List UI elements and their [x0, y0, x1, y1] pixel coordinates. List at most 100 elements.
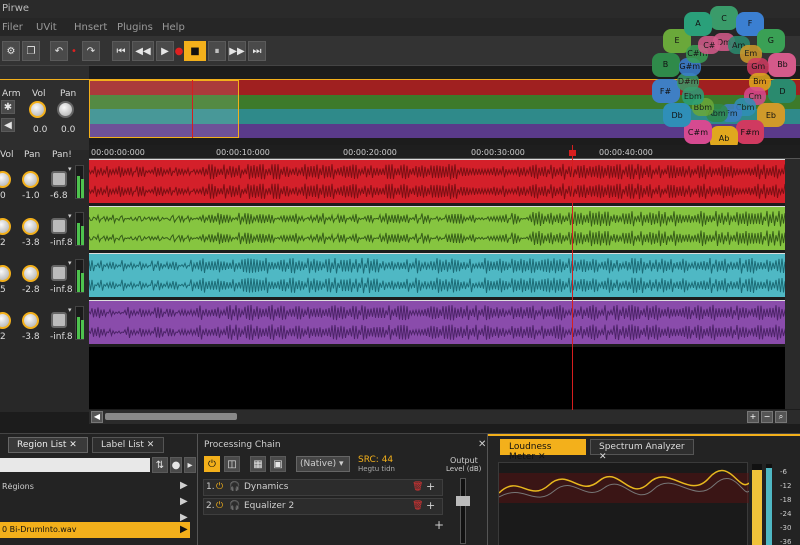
- track-pan-knob[interactable]: [22, 312, 39, 329]
- redo-button[interactable]: ↷: [82, 41, 100, 61]
- dropdown-icon[interactable]: ▾: [68, 306, 72, 314]
- plugin-row-dynamics[interactable]: 1. ⏻ 🎧 Dynamics 🗑 +: [203, 479, 443, 496]
- power-icon[interactable]: ⏻: [216, 482, 223, 492]
- track-lane[interactable]: [89, 300, 785, 344]
- menu-plugins[interactable]: Plugins: [117, 22, 153, 33]
- playhead[interactable]: [572, 145, 573, 410]
- empty-track-area[interactable]: [89, 347, 785, 409]
- regions-label: Rėgions: [2, 482, 34, 491]
- save-icon[interactable]: ▣: [270, 456, 286, 472]
- region-search-input[interactable]: [0, 458, 150, 472]
- track-level-meter: [75, 212, 84, 246]
- go-start-button[interactable]: ⏮: [112, 41, 130, 61]
- track-peak-knob[interactable]: [51, 218, 67, 234]
- plugin-row-equalizer[interactable]: 2. ⏻ 🎧 Equalizer 2 🗑 +: [203, 498, 443, 515]
- region-panel: Region List ✕ Label List ✕ ⇅ ● ▸ Rėgions…: [0, 434, 198, 545]
- close-icon[interactable]: ✕: [478, 439, 486, 450]
- master-pan-knob[interactable]: [57, 101, 74, 118]
- record-region-icon[interactable]: ●: [170, 457, 182, 473]
- expand-icon[interactable]: ▶: [180, 480, 188, 491]
- key-segment[interactable]: F#m: [736, 120, 765, 145]
- add-icon[interactable]: +: [426, 499, 435, 512]
- track-lane[interactable]: [89, 206, 785, 250]
- menu-help[interactable]: Help: [162, 22, 185, 33]
- tab-loudness-meter[interactable]: Loudness Meter ✕: [500, 439, 586, 462]
- overview-selection[interactable]: [89, 80, 239, 138]
- track-level-meter: [75, 306, 84, 340]
- waveform-channel: [89, 324, 785, 341]
- folder-icon[interactable]: ▦: [250, 456, 266, 472]
- region-list-item-selected[interactable]: 0 Bi-Drumlnto.wav: [0, 522, 190, 538]
- track-pan-knob[interactable]: [22, 218, 39, 235]
- bypass-icon[interactable]: ◫: [224, 456, 240, 472]
- output-fader-track[interactable]: [460, 478, 466, 544]
- delete-icon[interactable]: 🗑: [412, 482, 423, 492]
- dropdown-icon[interactable]: ▾: [68, 259, 72, 267]
- circle-of-fifths[interactable]: C F G Bb D Eb F#m Ab C#m Db F# B E A Dm Am Em Gm Bm Cm Cbm Fm…: [648, 0, 800, 160]
- delete-icon[interactable]: 🗑: [412, 501, 423, 511]
- dropdown-icon[interactable]: ▾: [68, 165, 72, 173]
- zoom-out-icon[interactable]: −: [761, 411, 773, 423]
- camera-icon[interactable]: ▸: [184, 457, 196, 473]
- mode-select[interactable]: (Native) ▾: [296, 456, 350, 472]
- track-peak-knob[interactable]: [51, 171, 67, 187]
- speaker-icon[interactable]: ◀: [1, 118, 15, 132]
- track-vol-value: 5: [0, 285, 6, 295]
- menu-view[interactable]: UVit: [36, 22, 57, 33]
- track-pan-knob[interactable]: [22, 265, 39, 282]
- track-pan-knob[interactable]: [22, 171, 39, 188]
- track-peak-knob[interactable]: [51, 312, 67, 328]
- tab-label-list[interactable]: Label List ✕: [92, 437, 164, 453]
- horizontal-scrollbar[interactable]: ◀ + − ⌕: [89, 410, 800, 424]
- expand-icon[interactable]: ▶: [180, 524, 188, 535]
- key-segment-minor[interactable]: C#: [698, 36, 721, 55]
- arm-label: Arm: [2, 89, 21, 99]
- add-plugin-icon[interactable]: +: [434, 518, 444, 532]
- key-segment[interactable]: Bb: [768, 52, 797, 77]
- copy-icon[interactable]: ❐: [22, 41, 40, 61]
- overview-playhead: [192, 80, 193, 138]
- output-level-label: Level (dB): [446, 465, 482, 473]
- key-segment[interactable]: F#: [651, 79, 680, 104]
- timeline-ruler[interactable]: 00:00:00:000 00:00:10:000 00:00:20:000 0…: [89, 145, 800, 159]
- rewind-button[interactable]: ◀◀: [132, 41, 154, 61]
- key-segment[interactable]: Db: [663, 103, 692, 128]
- expand-icon[interactable]: ▶: [180, 496, 188, 507]
- settings-icon[interactable]: ⚙: [2, 41, 20, 61]
- add-icon[interactable]: +: [426, 480, 435, 493]
- menu-insert[interactable]: Hnsert: [74, 22, 107, 33]
- master-vol-knob[interactable]: [29, 101, 46, 118]
- forward-button[interactable]: ▶▶: [228, 41, 246, 61]
- power-icon[interactable]: ⏻: [204, 456, 220, 472]
- scroll-thumb[interactable]: [105, 413, 237, 420]
- track-lane[interactable]: [89, 159, 785, 203]
- key-segment[interactable]: D: [768, 79, 797, 104]
- output-fader-handle[interactable]: [456, 496, 470, 506]
- tab-region-list[interactable]: Region List ✕: [8, 437, 88, 453]
- arm-icon[interactable]: ✱: [1, 100, 15, 114]
- scroll-left-icon[interactable]: ◀: [91, 411, 103, 423]
- headphones-icon[interactable]: 🎧: [229, 482, 240, 492]
- track-peak-knob[interactable]: [51, 265, 67, 281]
- vol-label: Vol: [32, 89, 46, 99]
- go-end-button[interactable]: ⏭: [248, 41, 266, 61]
- pause-button[interactable]: ⏸: [208, 41, 226, 61]
- key-segment[interactable]: C: [710, 6, 738, 30]
- headphones-icon[interactable]: 🎧: [229, 501, 240, 511]
- undo-button[interactable]: ↶: [50, 41, 68, 61]
- tab-spectrum-analyzer[interactable]: Spectrum Analyzer ✕: [590, 439, 694, 462]
- sort-icon[interactable]: ⇅: [152, 457, 168, 473]
- playhead-marker[interactable]: [569, 150, 576, 156]
- vertical-scrollbar[interactable]: [785, 159, 800, 409]
- daw-window: { "window": { "title": "Pirwe" }, "menu"…: [0, 0, 800, 545]
- meter-fill: [81, 225, 84, 245]
- zoom-in-icon[interactable]: +: [747, 411, 759, 423]
- power-icon[interactable]: ⏻: [216, 501, 223, 511]
- stop-button[interactable]: ■: [184, 41, 206, 61]
- key-segment[interactable]: B: [651, 52, 680, 77]
- track-lane[interactable]: [89, 253, 785, 297]
- zoom-fit-icon[interactable]: ⌕: [775, 411, 787, 423]
- key-segment[interactable]: A: [683, 11, 712, 36]
- dropdown-icon[interactable]: ▾: [68, 212, 72, 220]
- menu-file[interactable]: Filer: [2, 22, 23, 33]
